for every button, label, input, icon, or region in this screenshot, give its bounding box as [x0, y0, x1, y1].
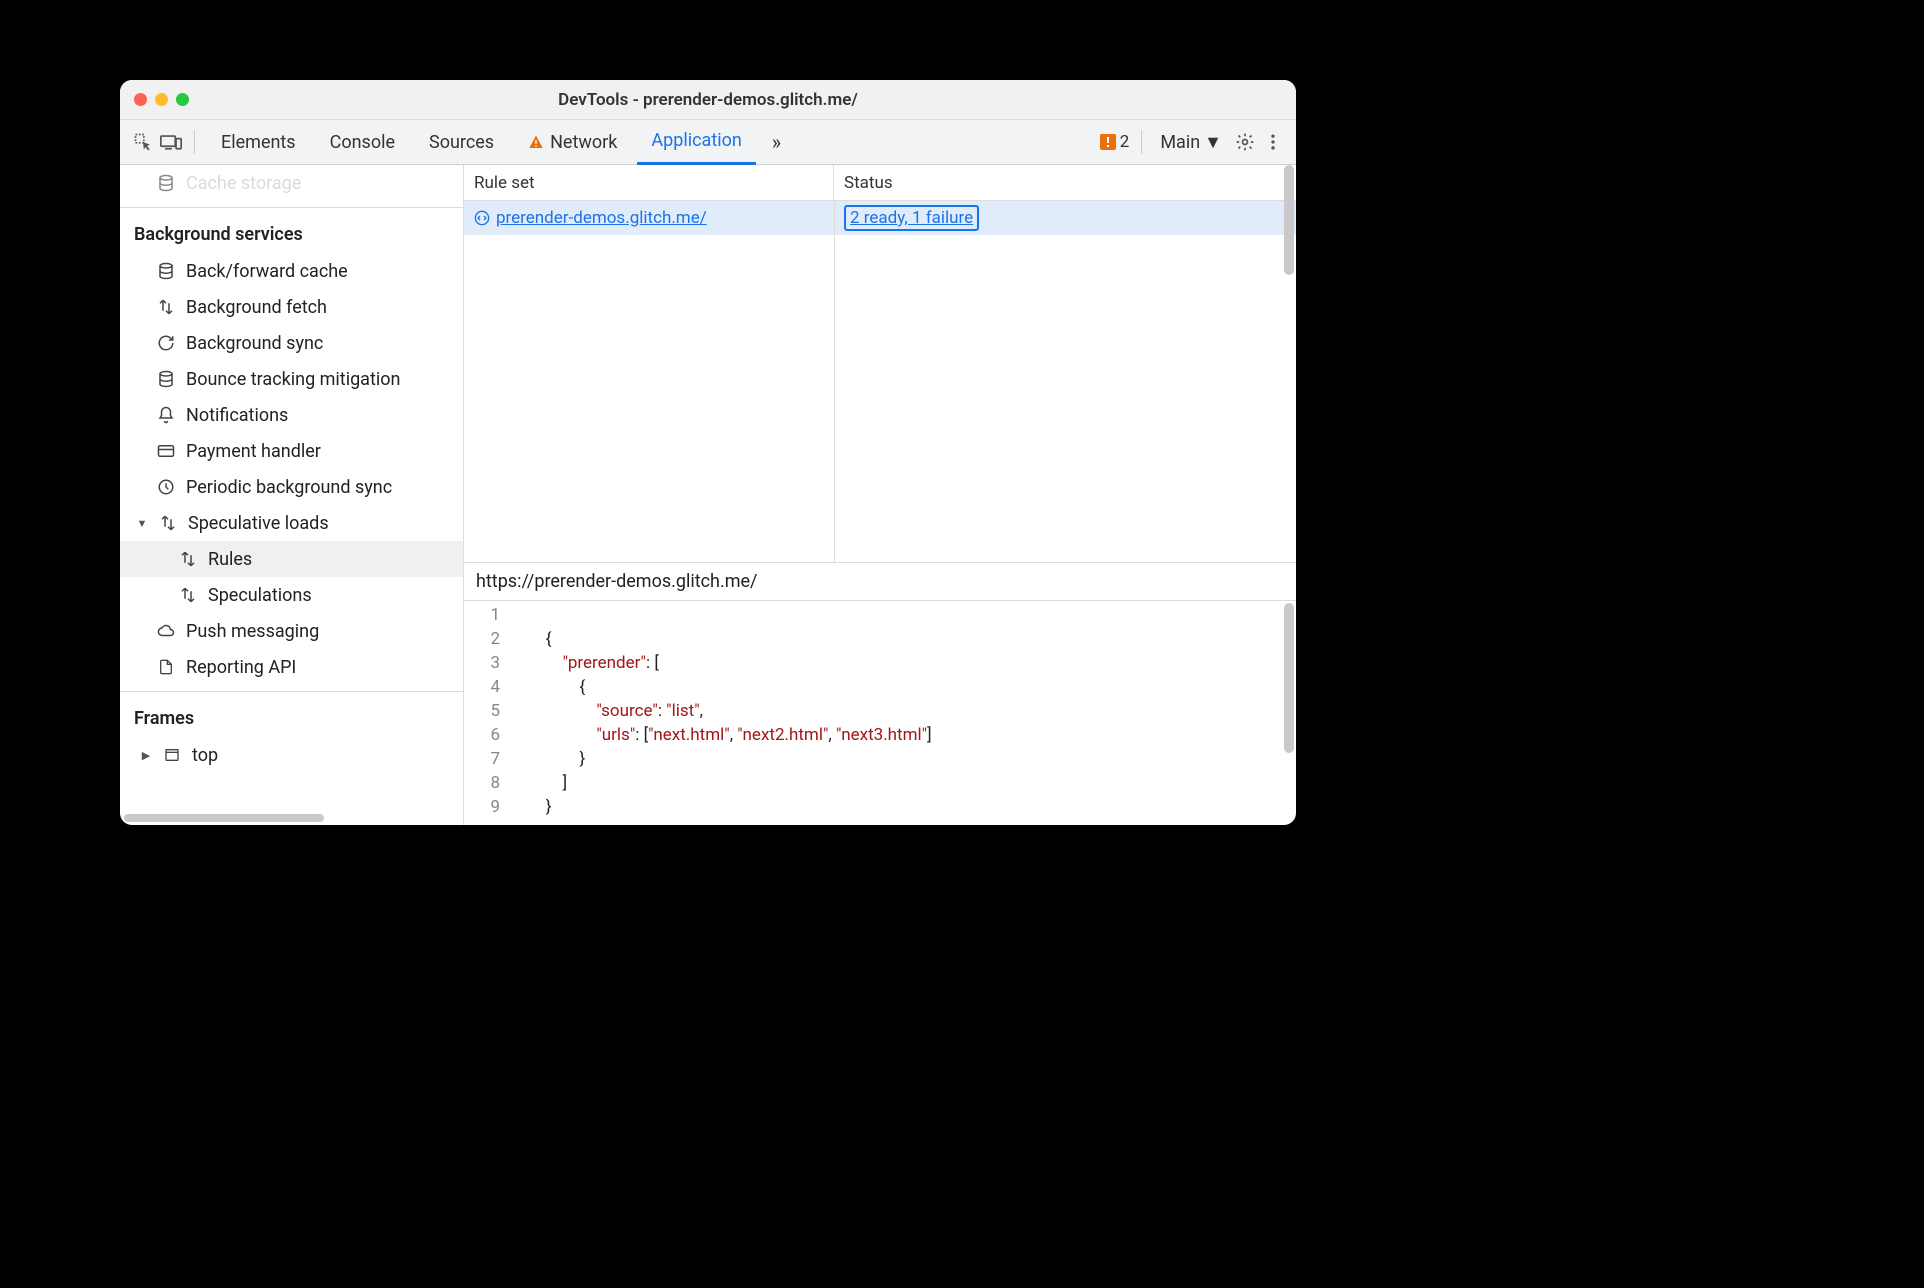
more-vert-icon[interactable] — [1262, 131, 1284, 153]
window-title: DevTools - prerender-demos.glitch.me/ — [120, 90, 1296, 110]
devtools-window: DevTools - prerender-demos.glitch.me/ El… — [120, 80, 1296, 825]
status-link[interactable]: 2 ready, 1 failure — [844, 205, 979, 231]
swap-vert-icon — [178, 585, 198, 605]
window-controls — [134, 93, 189, 106]
sidebar-item-reporting[interactable]: Reporting API — [120, 649, 463, 685]
sidebar-item-speculations[interactable]: Speculations — [120, 577, 463, 613]
grid-body: prerender-demos.glitch.me/ 2 ready, 1 fa… — [464, 201, 1296, 562]
code-body[interactable]: { "prerender": [ { "source": "list", "ur… — [508, 601, 1296, 825]
sidebar-item-speculative[interactable]: ▼ Speculative loads — [120, 505, 463, 541]
detail-url: https://prerender-demos.glitch.me/ — [464, 563, 1296, 601]
application-sidebar: Cache storage Background services Back/f… — [120, 165, 464, 825]
window-icon — [162, 745, 182, 765]
sidebar-item-bg-sync[interactable]: Background sync — [120, 325, 463, 361]
sidebar-item-bg-fetch[interactable]: Background fetch — [120, 289, 463, 325]
grid-row[interactable]: prerender-demos.glitch.me/ 2 ready, 1 fa… — [464, 201, 1296, 235]
rules-grid: Rule set Status prerender-demos.glitch.m… — [464, 165, 1296, 563]
sidebar-item-cache-storage-truncated[interactable]: Cache storage — [120, 165, 463, 201]
caret-right-icon: ▶ — [140, 749, 152, 762]
chevron-down-icon: ▼ — [1204, 132, 1222, 153]
content-area: Cache storage Background services Back/f… — [120, 165, 1296, 825]
close-icon[interactable] — [134, 93, 147, 106]
titlebar: DevTools - prerender-demos.glitch.me/ — [120, 80, 1296, 120]
database-icon — [156, 173, 176, 193]
section-background-services: Background services — [120, 214, 463, 253]
devtools-toolbar: Elements Console Sources Network Applica… — [120, 120, 1296, 165]
sidebar-item-bfcache[interactable]: Back/forward cache — [120, 253, 463, 289]
error-count-text: 2 — [1120, 132, 1130, 152]
tab-application[interactable]: Application — [637, 120, 755, 165]
zoom-icon[interactable] — [176, 93, 189, 106]
column-header-status[interactable]: Status — [834, 165, 1296, 200]
tab-sources[interactable]: Sources — [415, 120, 508, 165]
inspect-icon[interactable] — [132, 131, 154, 153]
code-icon — [474, 210, 490, 226]
column-divider[interactable] — [834, 201, 835, 562]
sidebar-item-payment[interactable]: Payment handler — [120, 433, 463, 469]
section-frames: Frames — [120, 698, 463, 737]
database-icon — [156, 261, 176, 281]
sidebar-item-push[interactable]: Push messaging — [120, 613, 463, 649]
separator — [194, 130, 195, 154]
divider — [120, 207, 463, 208]
gear-icon[interactable] — [1234, 131, 1256, 153]
sidebar-item-bounce[interactable]: Bounce tracking mitigation — [120, 361, 463, 397]
caret-down-icon: ▼ — [136, 517, 148, 530]
separator — [1141, 130, 1142, 154]
database-icon — [156, 369, 176, 389]
overflow-tabs-icon[interactable]: » — [762, 130, 791, 154]
swap-vert-icon — [158, 513, 178, 533]
sync-icon — [156, 333, 176, 353]
line-gutter: 123456789 — [464, 601, 508, 825]
credit-card-icon — [156, 441, 176, 461]
swap-vert-icon — [156, 297, 176, 317]
grid-header: Rule set Status — [464, 165, 1296, 201]
device-toggle-icon[interactable] — [160, 131, 182, 153]
sidebar-item-notifications[interactable]: Notifications — [120, 397, 463, 433]
sidebar-item-frame-top[interactable]: ▶ top — [120, 737, 463, 773]
context-selector[interactable]: Main ▼ — [1154, 132, 1228, 153]
sidebar-item-rules[interactable]: Rules — [120, 541, 463, 577]
warning-icon — [528, 134, 544, 150]
error-icon — [1100, 134, 1116, 150]
tab-elements[interactable]: Elements — [207, 120, 310, 165]
file-icon — [156, 657, 176, 677]
ruleset-link[interactable]: prerender-demos.glitch.me/ — [474, 208, 707, 228]
context-label: Main — [1160, 132, 1200, 153]
tab-network[interactable]: Network — [514, 120, 631, 165]
cloud-icon — [156, 621, 176, 641]
horizontal-scrollbar[interactable] — [120, 811, 463, 825]
minimize-icon[interactable] — [155, 93, 168, 106]
error-count-badge[interactable]: 2 — [1100, 132, 1130, 152]
code-viewer: 123456789 { "prerender": [ { "source": "… — [464, 601, 1296, 825]
main-panel: Rule set Status prerender-demos.glitch.m… — [464, 165, 1296, 825]
tab-console[interactable]: Console — [316, 120, 409, 165]
divider — [120, 691, 463, 692]
bell-icon — [156, 405, 176, 425]
column-header-ruleset[interactable]: Rule set — [464, 165, 834, 200]
swap-vert-icon — [178, 549, 198, 569]
clock-icon — [156, 477, 176, 497]
sidebar-item-periodic[interactable]: Periodic background sync — [120, 469, 463, 505]
